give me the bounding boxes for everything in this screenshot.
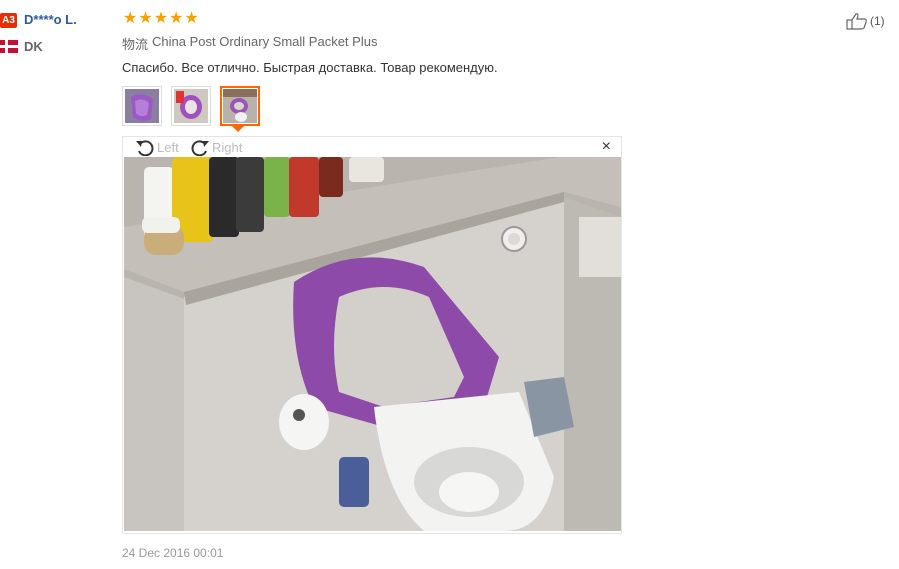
reviewer-name: D****o L. xyxy=(24,12,77,27)
review-photo xyxy=(124,157,621,531)
thumbs-up-icon xyxy=(846,13,867,30)
thumbnail-image xyxy=(125,89,159,123)
star-icon: ★ xyxy=(153,10,169,27)
close-viewer-button[interactable]: × xyxy=(602,139,611,155)
rotate-right-button[interactable]: Right xyxy=(190,138,242,156)
reviewer-country: DK xyxy=(24,39,43,54)
selected-thumbnail-pointer xyxy=(232,126,244,132)
thumbnail-image xyxy=(174,89,208,123)
denmark-flag-icon xyxy=(0,40,18,53)
viewer-toolbar: Left Right × xyxy=(123,137,621,157)
review-text: Спасибо. Все отлично. Быстрая доставка. … xyxy=(122,60,498,75)
shipping-method: China Post Ordinary Small Packet Plus xyxy=(152,34,378,49)
helpful-button[interactable]: (1) xyxy=(846,12,885,30)
star-icon: ★ xyxy=(184,10,199,27)
star-rating: ★ ★ ★ ★ ★ xyxy=(123,11,199,27)
helpful-count: (1) xyxy=(870,14,885,28)
star-icon: ★ xyxy=(169,10,184,27)
star-icon: ★ xyxy=(123,10,138,27)
shipping-label: 物流 xyxy=(122,37,149,52)
buyer-level-badge: A3 xyxy=(0,13,17,28)
star-icon: ★ xyxy=(138,10,153,27)
rotate-right-icon xyxy=(191,140,209,156)
review-date: 24 Dec 2016 00:01 xyxy=(122,546,224,560)
review-photo-image xyxy=(124,157,621,531)
rotate-left-icon xyxy=(136,140,154,156)
review-thumbnails xyxy=(122,86,260,126)
rotate-left-label: Left xyxy=(157,139,179,155)
shipping-info: 物流 China Post Ordinary Small Packet Plus xyxy=(122,34,377,53)
review-thumbnail[interactable] xyxy=(122,86,162,126)
image-viewer: Left Right × xyxy=(122,136,622,534)
thumbnail-image xyxy=(223,89,257,123)
review-thumbnail-selected[interactable] xyxy=(220,86,260,126)
rotate-left-button[interactable]: Left xyxy=(135,138,179,156)
review-thumbnail[interactable] xyxy=(171,86,211,126)
rotate-right-label: Right xyxy=(212,139,243,155)
